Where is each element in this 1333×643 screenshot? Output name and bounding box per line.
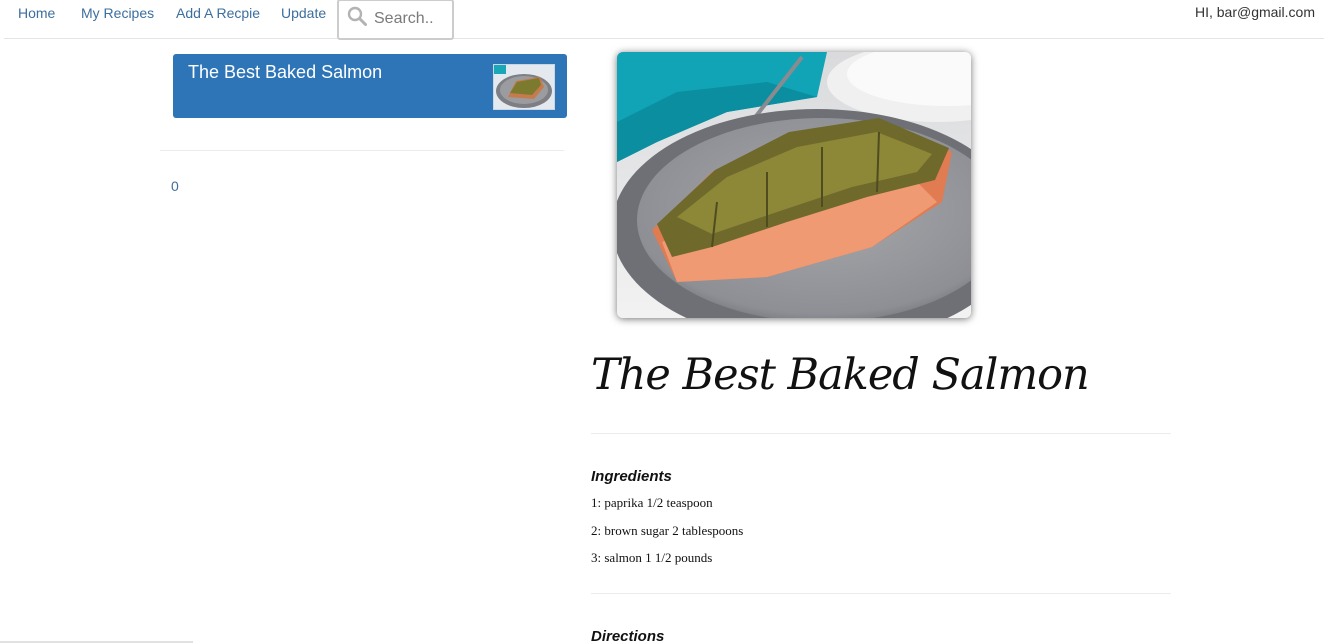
directions-heading: Directions xyxy=(591,628,665,643)
sidebar-divider xyxy=(160,150,564,151)
recipe-card[interactable]: The Best Baked Salmon xyxy=(173,54,567,118)
nav-add-recipe-link[interactable]: Add A Recpie xyxy=(176,5,260,21)
navbar: Home My Recipes Add A Recpie Update HI, … xyxy=(4,0,1324,40)
recipe-card-title: The Best Baked Salmon xyxy=(188,62,383,82)
search-box[interactable] xyxy=(337,0,454,40)
nav-update-link[interactable]: Update xyxy=(281,5,326,21)
recipe-title: The Best Baked Salmon xyxy=(591,350,1090,400)
search-input[interactable] xyxy=(374,8,448,30)
nav-my-recipes-link[interactable]: My Recipes xyxy=(81,5,154,21)
nav-home-link[interactable]: Home xyxy=(18,5,55,21)
ingredient-item: 1: paprika 1/2 teaspoon xyxy=(591,495,713,510)
ingredient-item: 2: brown sugar 2 tablespoons xyxy=(591,522,744,538)
recipe-photo xyxy=(617,52,971,318)
title-divider xyxy=(591,433,1171,434)
ingredients-list: 1: paprika 1/2 teaspoon 2: brown sugar 2… xyxy=(591,494,743,577)
recipe-count-link[interactable]: 0 xyxy=(171,178,179,194)
recipe-card-thumbnail xyxy=(493,64,555,110)
ingredients-divider xyxy=(591,593,1171,594)
ingredients-heading: Ingredients xyxy=(591,468,672,485)
ingredient-item: 3: salmon 1 1/2 pounds xyxy=(591,550,713,565)
search-icon xyxy=(347,6,367,26)
user-greeting: HI, bar@gmail.com xyxy=(1194,4,1315,20)
